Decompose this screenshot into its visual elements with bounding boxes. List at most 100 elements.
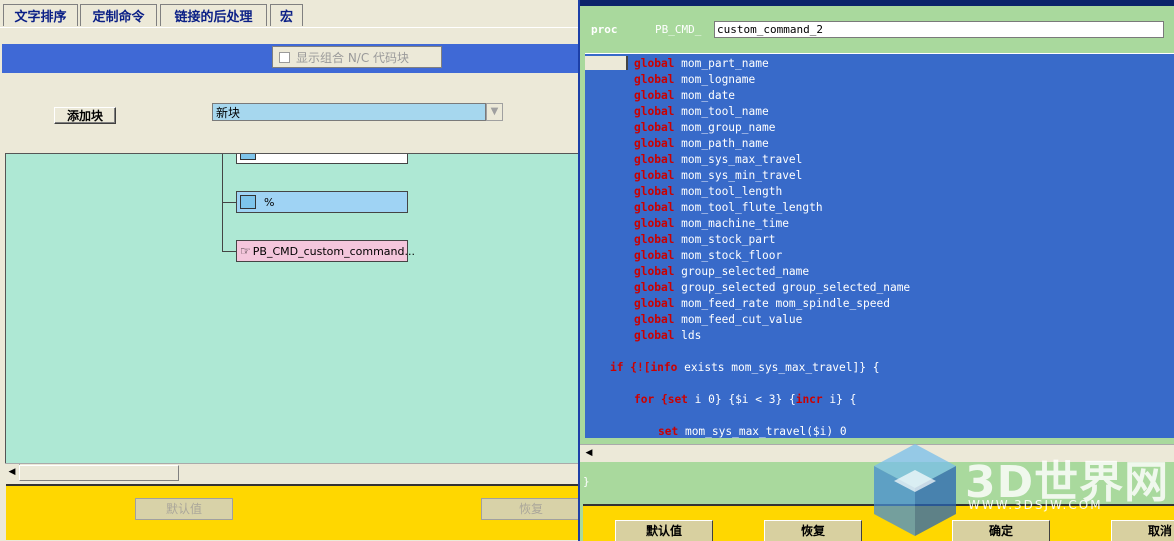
tree-branch <box>222 251 237 252</box>
code-keyword: global <box>634 185 675 198</box>
add-block-button[interactable]: 添加块 <box>54 107 116 124</box>
tree-horizontal-scrollbar[interactable]: ◀ <box>5 463 578 481</box>
code-text: mom_tool_name <box>674 105 769 118</box>
code-keyword: global <box>634 89 675 102</box>
code-keyword: global <box>634 313 675 326</box>
code-line-global: global mom_path_name <box>634 136 769 152</box>
code-text: exists mom_sys_max_travel]} { <box>677 361 880 374</box>
code-editor[interactable]: global mom_part_name global mom_logname gl… <box>585 53 1174 438</box>
code-line-global: global mom_feed_rate mom_spindle_speed <box>634 296 890 312</box>
code-keyword: global <box>634 329 675 342</box>
closing-brace: } <box>583 475 590 488</box>
code-keyword: info <box>650 361 678 374</box>
code-keyword: global <box>634 169 675 182</box>
code-keyword: { <box>654 393 668 406</box>
code-keyword: global <box>634 249 675 262</box>
code-text: mom_tool_flute_length <box>674 201 823 214</box>
code-line-global: global mom_feed_cut_value <box>634 312 802 328</box>
tab-macro[interactable]: 宏 <box>270 4 303 26</box>
code-text: group_selected group_selected_name <box>674 281 911 294</box>
proc-name-input[interactable]: custom_command_2 <box>714 21 1164 38</box>
left-button-bar: 默认值 恢复 <box>6 484 578 540</box>
code-keyword: global <box>634 201 675 214</box>
code-text: mom_part_name <box>674 57 769 70</box>
tree-node-percent[interactable]: % <box>236 191 408 213</box>
code-line-global: global mom_machine_time <box>634 216 789 232</box>
code-line-global: global mom_sys_min_travel <box>634 168 802 184</box>
post-builder-panel: 文字排序 定制命令 链接的后处理 宏 显示组合 N/C 代码块 添加块 新块 ▼… <box>0 0 578 541</box>
checkbox-icon <box>279 51 290 63</box>
custom-command-dialog: proc PB_CMD_ custom_command_2 global mom… <box>580 0 1174 541</box>
code-keyword: global <box>634 73 675 86</box>
code-text: mom_date <box>674 89 736 102</box>
proc-name-row: proc PB_CMD_ custom_command_2 <box>580 14 1174 50</box>
proc-prefix: PB_CMD_ <box>655 23 702 36</box>
code-line-global: global mom_logname <box>634 72 755 88</box>
code-keyword: global <box>634 57 675 70</box>
tab-strip: 文字排序 定制命令 链接的后处理 宏 <box>0 0 578 28</box>
code-keyword: global <box>634 217 675 230</box>
code-text: mom_tool_length <box>674 185 783 198</box>
tab-custom-command[interactable]: 定制命令 <box>80 4 157 26</box>
code-line-global: global group_selected_name <box>634 264 809 280</box>
code-text: mom_group_name <box>674 121 776 134</box>
text-cursor <box>585 56 628 70</box>
code-text: i} { <box>822 393 857 406</box>
block-icon <box>240 154 256 160</box>
tab-word-sequencing[interactable]: 文字排序 <box>3 4 78 26</box>
code-keyword: for <box>634 393 655 406</box>
block-tree-canvas: % ☞ PB_CMD_custom_command... <box>5 153 578 463</box>
scroll-thumb[interactable] <box>19 465 179 481</box>
cube-logo-icon <box>874 444 956 536</box>
code-line-global: global lds <box>634 328 701 344</box>
new-block-combo[interactable]: 新块 <box>212 103 486 121</box>
code-keyword: incr <box>795 393 823 406</box>
block-icon <box>240 195 256 209</box>
code-text: mom_sys_max_travel($i) 0 <box>678 425 847 438</box>
code-keyword: global <box>634 137 675 150</box>
code-line-if: if {![info exists mom_sys_max_travel]} { <box>610 360 879 376</box>
code-text: mom_stock_part <box>674 233 776 246</box>
code-line-global: global mom_stock_part <box>634 232 775 248</box>
code-text: mom_logname <box>674 73 756 86</box>
code-line-global: global mom_tool_length <box>634 184 782 200</box>
default-button[interactable]: 默认值 <box>615 520 713 541</box>
code-keyword: {![ <box>623 361 651 374</box>
code-text: lds <box>674 329 702 342</box>
site-watermark: 3D世界网 WWW.3DSJW.COM <box>870 440 1174 541</box>
scroll-left-icon[interactable]: ◀ <box>582 445 596 461</box>
code-line-global: global mom_part_name <box>634 56 769 72</box>
code-line-global: global mom_tool_flute_length <box>634 200 823 216</box>
show-combined-nc-checkbox[interactable]: 显示组合 N/C 代码块 <box>272 46 442 68</box>
code-keyword: global <box>634 297 675 310</box>
code-keyword: global <box>634 233 675 246</box>
scroll-left-icon[interactable]: ◀ <box>5 464 20 480</box>
code-text: mom_stock_floor <box>674 249 783 262</box>
proc-keyword: proc <box>591 23 618 36</box>
code-line-global: global group_selected group_selected_nam… <box>634 280 910 296</box>
code-line-global: global mom_date <box>634 88 735 104</box>
code-keyword: global <box>634 105 675 118</box>
code-keyword: global <box>634 121 675 134</box>
code-text: mom_sys_max_travel <box>674 153 803 166</box>
code-line-for: for {set i 0} {$i < 3} {incr i} { <box>634 392 856 408</box>
code-keyword: global <box>634 281 675 294</box>
code-text: mom_path_name <box>674 137 769 150</box>
restore-button[interactable]: 恢复 <box>764 520 862 541</box>
code-text: mom_feed_cut_value <box>674 313 803 326</box>
code-keyword: global <box>634 265 675 278</box>
tab-divider <box>0 27 578 28</box>
code-line-global: global mom_sys_max_travel <box>634 152 802 168</box>
default-button[interactable]: 默认值 <box>135 498 233 520</box>
restore-button[interactable]: 恢复 <box>481 498 578 520</box>
code-line-global: global mom_stock_floor <box>634 248 782 264</box>
code-text: mom_sys_min_travel <box>674 169 803 182</box>
watermark-url: WWW.3DSJW.COM <box>968 498 1103 512</box>
tree-node-custom-command[interactable]: ☞ PB_CMD_custom_command... <box>236 240 415 262</box>
code-keyword: set <box>667 393 688 406</box>
tree-node-top[interactable] <box>236 154 408 164</box>
tab-linked-posts[interactable]: 链接的后处理 <box>160 4 267 26</box>
code-line-global: global mom_tool_name <box>634 104 769 120</box>
combo-dropdown-icon[interactable]: ▼ <box>486 103 503 121</box>
tree-branch <box>222 202 237 203</box>
